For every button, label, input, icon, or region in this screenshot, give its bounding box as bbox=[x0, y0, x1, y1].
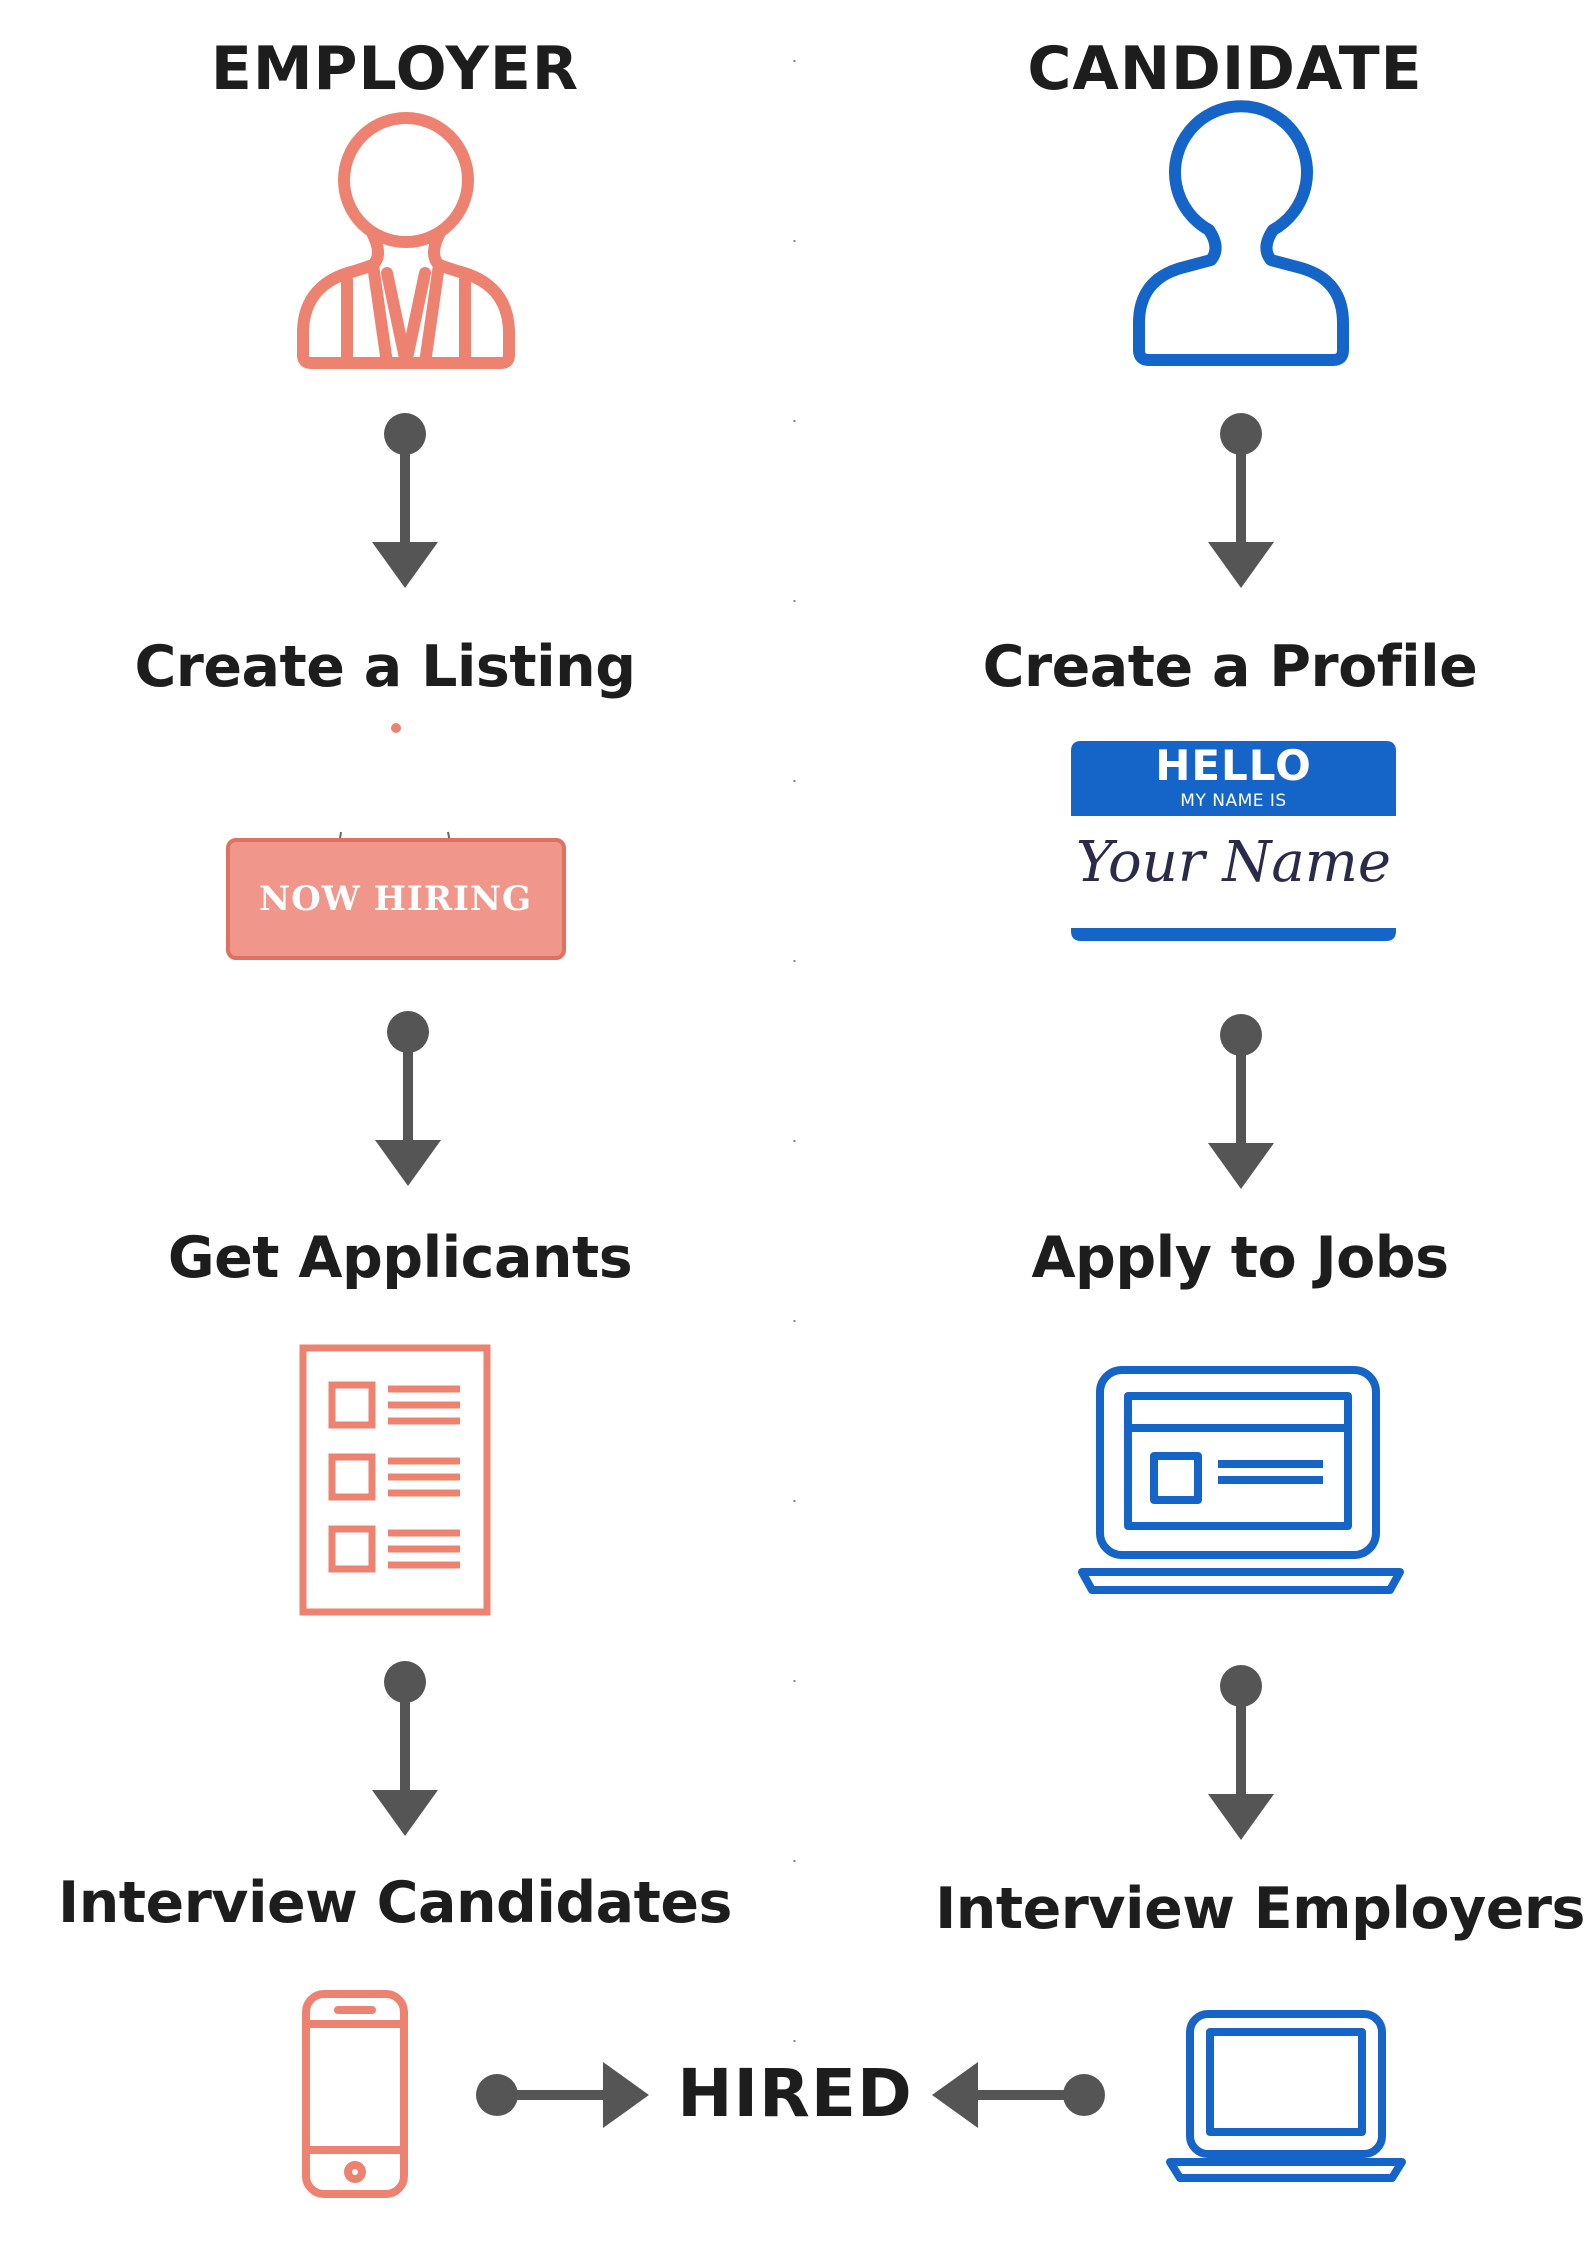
employer-step-interview-candidates: Interview Candidates bbox=[58, 1870, 732, 1936]
candidate-person-icon bbox=[1133, 100, 1349, 366]
laptop-icon bbox=[1166, 2010, 1406, 2182]
center-divider bbox=[793, 60, 796, 2200]
employer-header: EMPLOYER bbox=[210, 34, 580, 104]
employer-person-icon bbox=[297, 112, 515, 369]
candidate-step-create-profile: Create a Profile bbox=[982, 634, 1478, 700]
arrow-down-icon bbox=[375, 1011, 441, 1186]
arrow-down-icon bbox=[372, 1661, 438, 1836]
hello-label: HELLO bbox=[1155, 741, 1312, 790]
employer-step-create-listing: Create a Listing bbox=[134, 634, 636, 700]
your-name-label: Your Name bbox=[1075, 830, 1392, 895]
arrow-down-icon bbox=[1208, 1014, 1274, 1189]
laptop-browser-icon bbox=[1078, 1366, 1404, 1594]
decorative-dot bbox=[391, 723, 401, 733]
application-form-icon bbox=[299, 1344, 491, 1616]
arrow-right-icon bbox=[476, 2062, 649, 2128]
arrow-left-icon bbox=[932, 2062, 1105, 2128]
hired-label: HIRED bbox=[677, 2055, 913, 2132]
candidate-header: CANDIDATE bbox=[1027, 34, 1423, 104]
arrow-down-icon bbox=[1208, 1665, 1274, 1840]
employer-step-get-applicants: Get Applicants bbox=[167, 1225, 633, 1291]
smartphone-icon bbox=[302, 1990, 408, 2198]
candidate-step-interview-employers: Interview Employers bbox=[935, 1876, 1585, 1942]
arrow-down-icon bbox=[1208, 413, 1274, 588]
arrow-down-icon bbox=[372, 413, 438, 588]
candidate-step-apply-jobs: Apply to Jobs bbox=[1031, 1225, 1449, 1291]
now-hiring-label: NOW HIRING bbox=[258, 879, 533, 919]
my-name-is-label: MY NAME IS bbox=[1180, 791, 1287, 811]
